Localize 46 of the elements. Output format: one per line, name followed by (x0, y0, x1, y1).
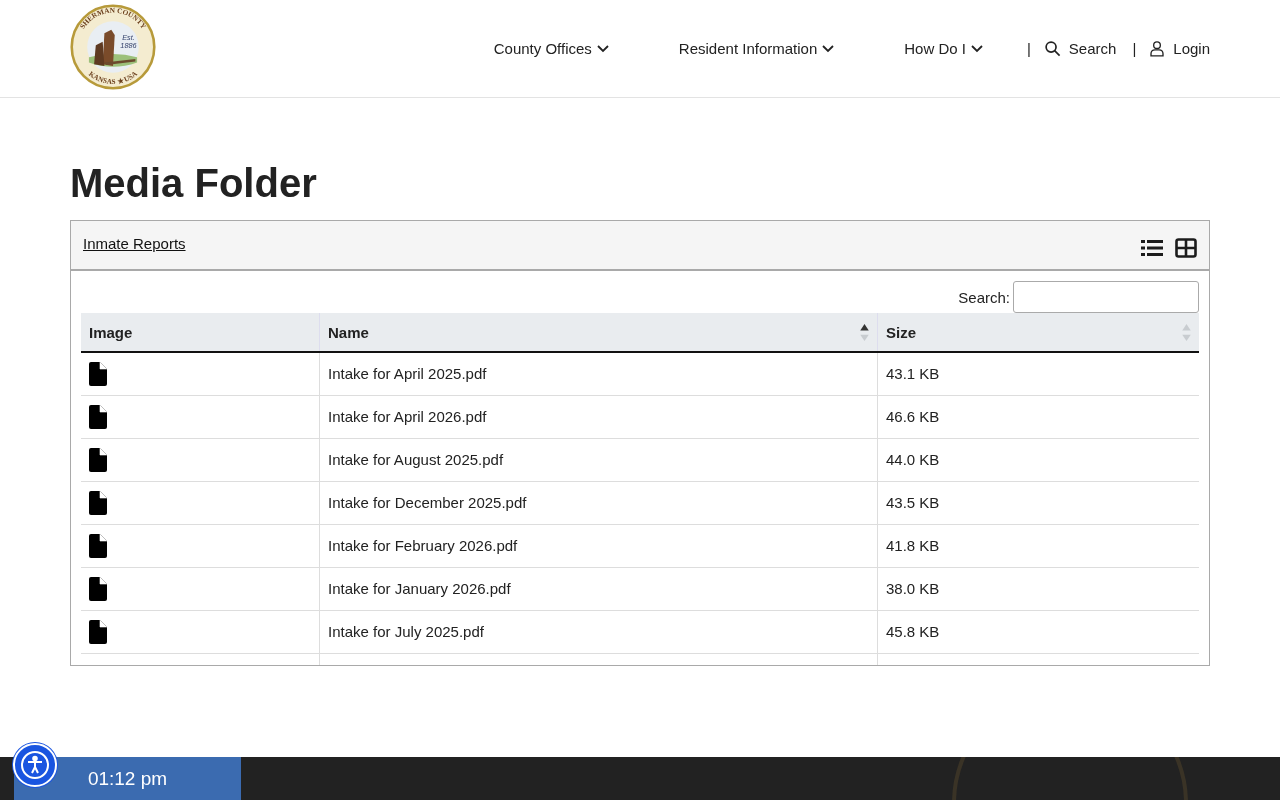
chevron-down-icon (970, 44, 983, 53)
nav-link[interactable]: Login (1149, 40, 1210, 57)
chevron-down-icon (822, 44, 835, 53)
nav-separator: | (1026, 40, 1031, 57)
nav-link[interactable]: Resident Information (678, 40, 835, 57)
accessibility-icon (20, 750, 50, 780)
file-size-cell: 46.6 KB (877, 395, 1199, 438)
file-icon[interactable] (89, 576, 107, 601)
file-name-cell[interactable]: Intake for July 2025.pdf (319, 610, 878, 653)
file-icon[interactable] (89, 404, 107, 429)
list-view-button[interactable] (1141, 238, 1163, 258)
column-header[interactable]: Size (877, 313, 1199, 352)
file-name-cell[interactable]: Intake for January 2026.pdf (319, 567, 878, 610)
seal-watermark-icon (950, 757, 1190, 800)
file-icon[interactable] (89, 447, 107, 472)
chevron-down-icon (596, 44, 609, 53)
user-icon (1149, 40, 1166, 57)
file-name-cell[interactable]: Intake for August 2025.pdf (319, 438, 878, 481)
time-text: 01:12 pm (87, 767, 168, 790)
file-icon[interactable] (89, 361, 107, 386)
grid-view-button[interactable] (1175, 238, 1197, 258)
file-icon[interactable] (89, 490, 107, 515)
folder-link[interactable]: Inmate Reports (83, 234, 186, 252)
file-size-cell: 43.5 KB (877, 481, 1199, 524)
column-header[interactable]: Image (81, 313, 320, 352)
file-size-cell: 38.0 KB (877, 567, 1199, 610)
nav-link[interactable]: Search (1043, 40, 1117, 57)
file-name-cell[interactable]: Intake for February 2026.pdf (319, 524, 878, 567)
file-size-cell: 43.1 KB (877, 352, 1199, 395)
page-title: Media Folder (70, 160, 318, 206)
file-size-cell: 45.8 KB (877, 610, 1199, 653)
file-size-cell: 41.8 KB (877, 524, 1199, 567)
nav-separator: | (1132, 40, 1137, 57)
search-field[interactable] (1013, 281, 1199, 313)
file-name-cell[interactable]: Intake for April 2025.pdf (319, 352, 878, 395)
file-name-cell[interactable]: Intake for December 2025.pdf (319, 481, 878, 524)
file-size-cell: 44.0 KB (877, 438, 1199, 481)
file-icon[interactable] (89, 619, 107, 644)
accessibility-button[interactable] (13, 743, 57, 787)
column-header[interactable]: Name (319, 313, 878, 352)
nav-link[interactable]: How Do I (904, 40, 983, 57)
search-label: Search: (958, 288, 1010, 306)
file-icon[interactable] (89, 533, 107, 558)
search-icon (1043, 40, 1061, 57)
file-name-cell[interactable]: Intake for April 2026.pdf (319, 395, 878, 438)
nav-link[interactable]: County Offices (493, 40, 609, 57)
